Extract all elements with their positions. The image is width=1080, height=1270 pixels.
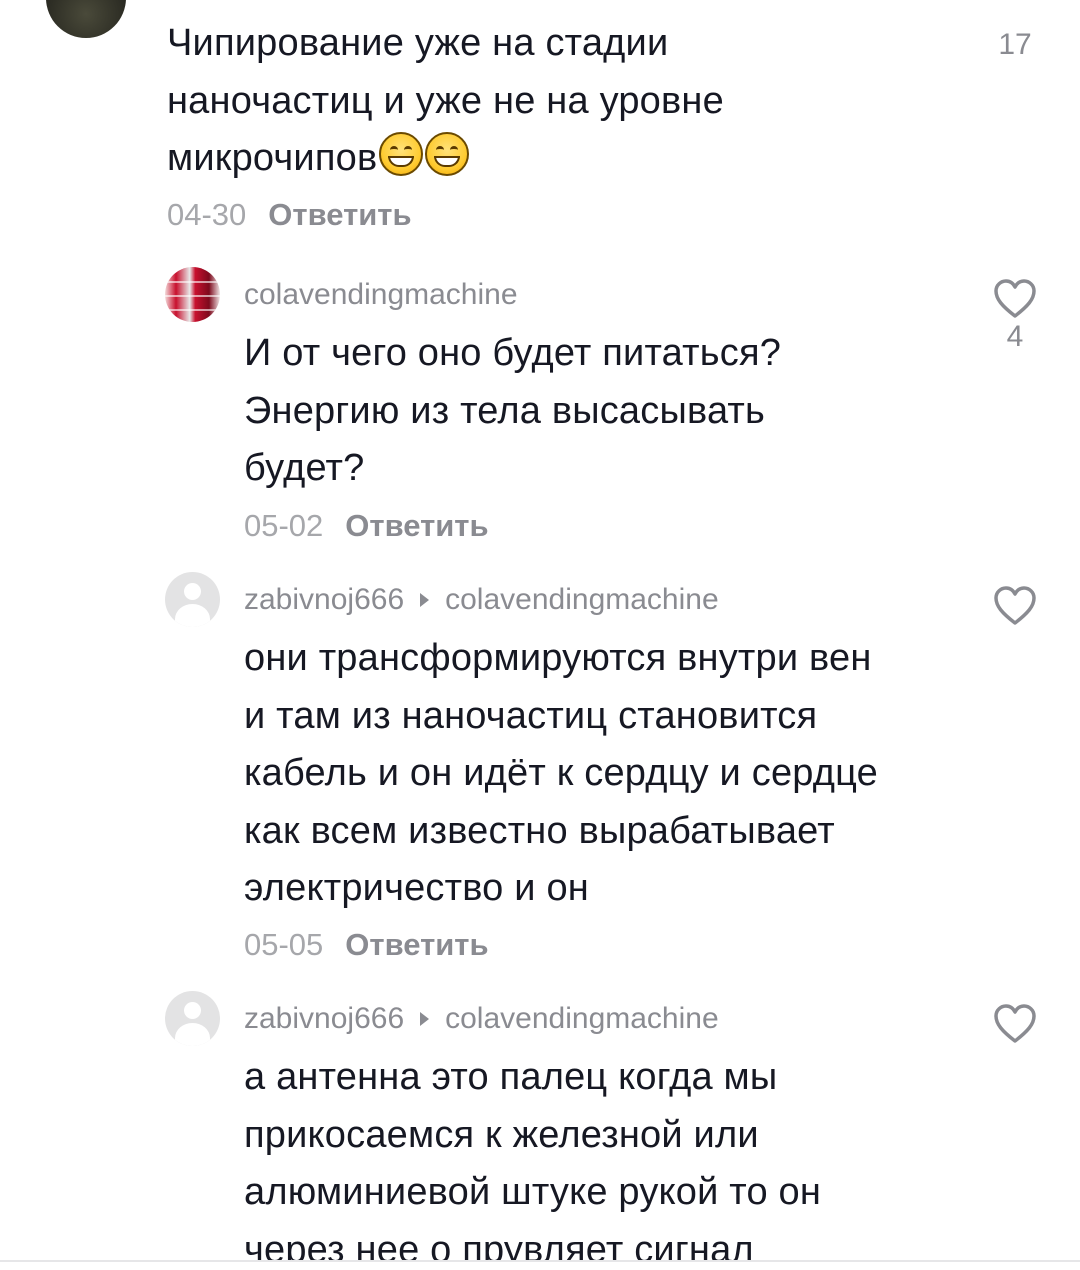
username-link[interactable]: zabivnoj666 — [244, 1002, 404, 1035]
comment-line: И от чего оно будет питаться? — [244, 332, 782, 374]
avatar[interactable] — [165, 991, 220, 1046]
comment-username[interactable]: colavendingmachine — [244, 277, 518, 313]
comment-line: прикосаемся к железной или — [244, 1113, 759, 1156]
comment-line: электричество и он — [244, 867, 589, 909]
comment-line: Энергию из тела высасывать — [244, 389, 766, 432]
comment-meta: 04-30 Ответить — [167, 195, 412, 235]
heart-outline-icon — [994, 1004, 1036, 1043]
like-button[interactable] — [990, 585, 1040, 627]
comment-line: и там из наночастиц становится — [244, 694, 818, 737]
comment-username: zabivnoj666 colavendingmachine — [244, 582, 719, 618]
comment-text: они трансформируются внутри вен и там из… — [244, 630, 878, 918]
comment-line: микрочипов — [167, 130, 724, 188]
username-link[interactable]: zabivnoj666 — [244, 583, 404, 616]
comment-username: zabivnoj666 colavendingmachine — [244, 1001, 719, 1037]
like-count: 4 — [1006, 320, 1024, 353]
reply-button[interactable]: Ответить — [345, 508, 488, 543]
comment-line: а антенна это палец когда мы — [244, 1056, 778, 1098]
grinning-face-emoji-icon — [425, 132, 470, 176]
reply-to-username-link[interactable]: colavendingmachine — [445, 583, 719, 616]
reply-button[interactable]: Ответить — [268, 197, 411, 232]
reply-to-username-link[interactable]: colavendingmachine — [445, 1002, 719, 1035]
comment-line: кабель и он идёт к сердцу и сердце — [244, 752, 878, 794]
reply-button[interactable]: Ответить — [345, 927, 488, 962]
comment-line: они трансформируются внутри вен — [244, 637, 872, 679]
avatar[interactable] — [46, 0, 126, 38]
like-button[interactable] — [990, 1003, 1040, 1045]
divider — [0, 1260, 1080, 1262]
caret-right-icon — [420, 592, 430, 607]
comment-line: через нее о прувляет сигнал — [244, 1228, 754, 1261]
like-button[interactable]: 17 — [990, 28, 1040, 62]
comment-text: Чипирование уже на стадии наночастиц и у… — [167, 15, 724, 188]
like-count: 17 — [998, 28, 1032, 61]
comment-text: а антенна это палец когда мы прикосаемся… — [244, 1049, 821, 1260]
avatar[interactable] — [165, 267, 220, 322]
comment-line: наночастиц и уже не на уровне — [167, 79, 724, 122]
comment-line: Чипирование уже на стадии — [167, 22, 669, 64]
comment-text: И от чего оно будет питаться? Энергию из… — [244, 325, 781, 498]
comment-line: будет? — [244, 447, 365, 489]
like-button[interactable]: 4 — [990, 278, 1040, 354]
avatar[interactable] — [165, 572, 220, 627]
comment-meta: 05-02 Ответить — [244, 506, 489, 546]
comment-date: 05-05 — [244, 927, 324, 962]
comment-date: 04-30 — [167, 197, 247, 232]
comment-meta: 05-05 Ответить — [244, 925, 489, 965]
grinning-face-emoji-icon — [379, 132, 424, 176]
caret-right-icon — [420, 1011, 430, 1026]
heart-outline-icon — [994, 586, 1036, 625]
comment-date: 05-02 — [244, 508, 324, 543]
comment-line: как всем известно вырабатывает — [244, 809, 835, 852]
comment-line: алюминиевой штуке рукой то он — [244, 1171, 822, 1213]
heart-outline-icon — [994, 279, 1036, 318]
